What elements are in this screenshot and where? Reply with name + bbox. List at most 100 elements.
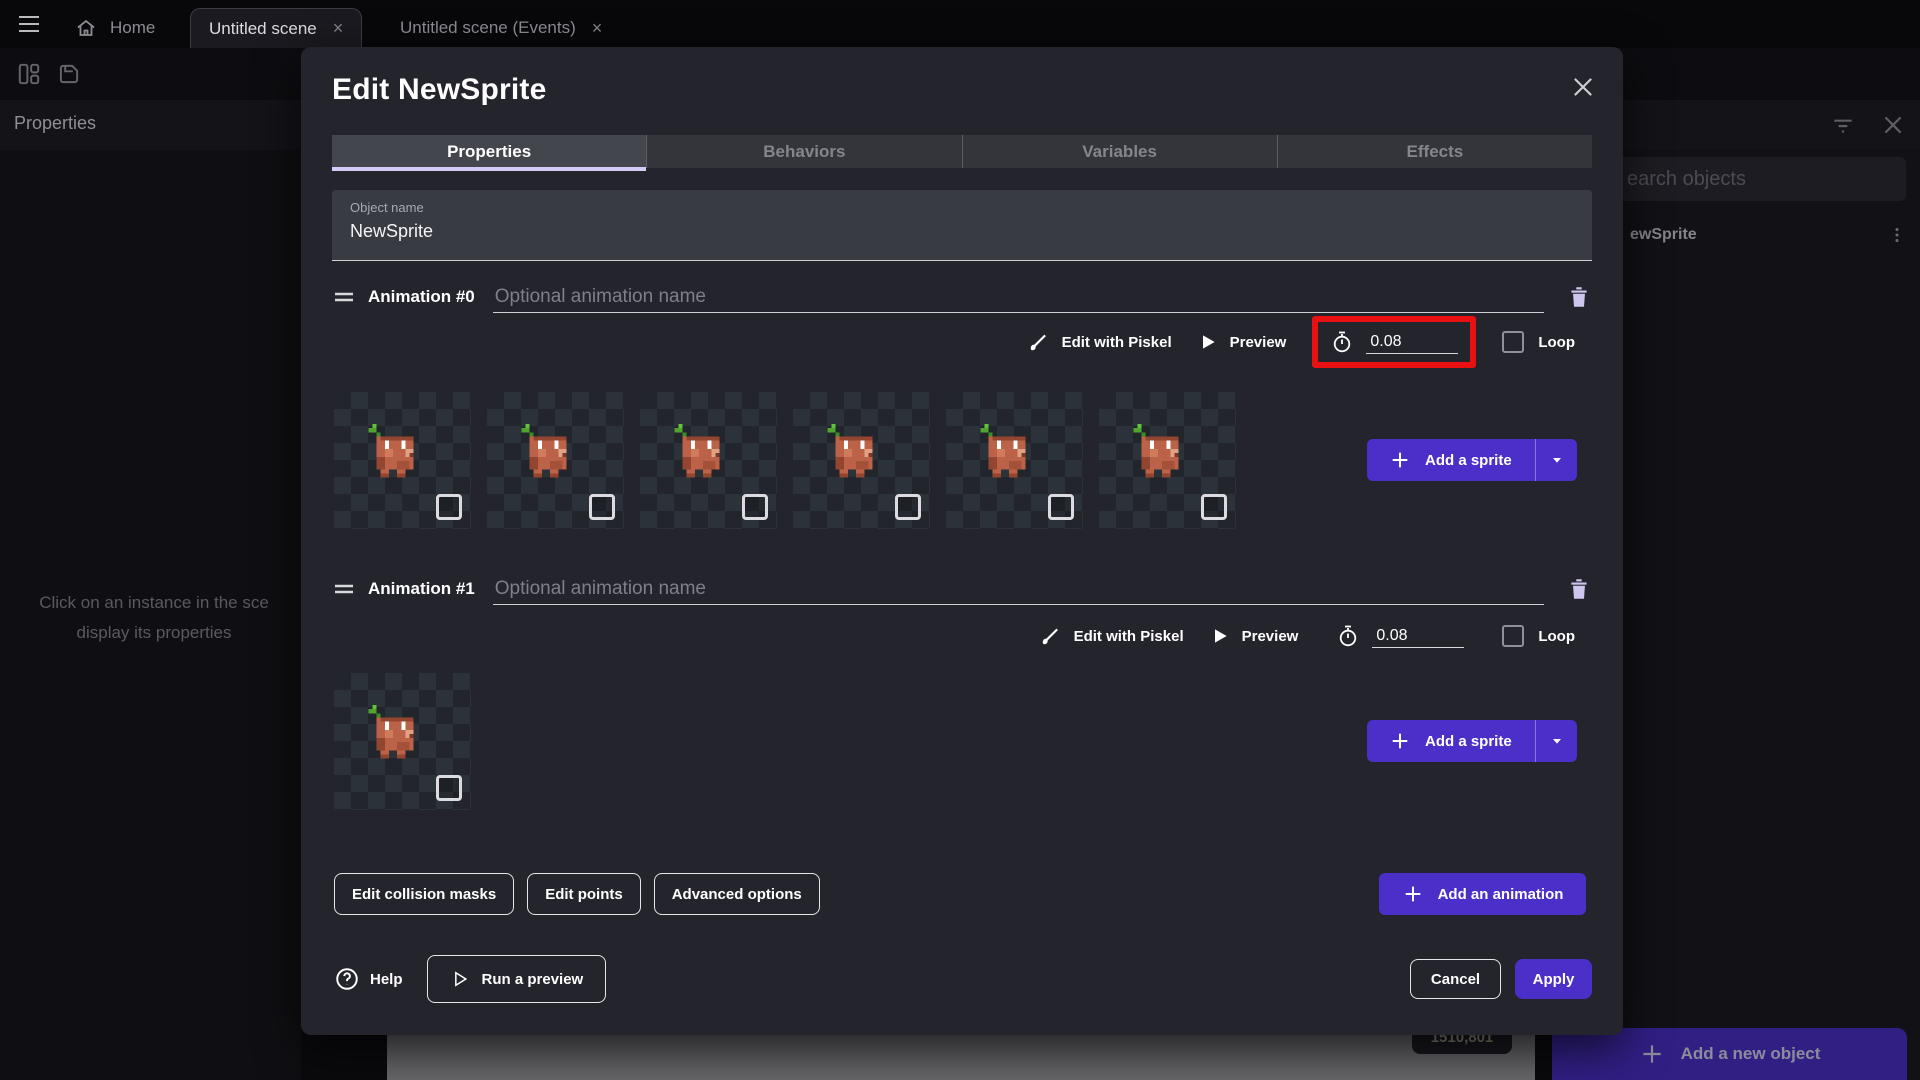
pig-sprite-image	[368, 705, 414, 759]
delete-animation-icon[interactable]	[1566, 576, 1592, 602]
frame-select-checkbox[interactable]	[1048, 494, 1074, 520]
brush-icon	[1042, 628, 1058, 645]
dialog-title: Edit NewSprite	[332, 73, 547, 106]
animation-1-header: Animation #1	[332, 573, 1592, 605]
pig-sprite-image	[1133, 424, 1179, 478]
add-sprite-button[interactable]: Add a sprite	[1367, 720, 1577, 762]
cancel-button[interactable]: Cancel	[1410, 959, 1501, 999]
play-icon	[1202, 335, 1215, 349]
preview-label: Preview	[1241, 627, 1299, 645]
search-objects-input[interactable]: earch objects	[1576, 157, 1906, 201]
run-preview-button[interactable]: Run a preview	[426, 955, 607, 1003]
tab-home-label: Home	[110, 18, 156, 37]
edit-with-piskel-label: Edit with Piskel	[1073, 627, 1184, 645]
add-sprite-main[interactable]: Add a sprite	[1367, 449, 1535, 471]
animation-0-name-input[interactable]	[492, 281, 1544, 313]
sprite-frame-thumbnail[interactable]	[793, 392, 930, 529]
pig-sprite-image	[827, 424, 873, 478]
object-item-menu-icon[interactable]	[1886, 224, 1908, 246]
edit-with-piskel-button[interactable]: Edit with Piskel	[1040, 625, 1184, 647]
play-icon	[1214, 629, 1227, 643]
dialog-footer: Help Run a preview Cancel Apply	[334, 955, 1592, 1003]
frame-select-checkbox[interactable]	[589, 494, 615, 520]
sprite-frame-thumbnail[interactable]	[334, 392, 471, 529]
tab-untitled-scene[interactable]: Untitled scene ×	[190, 8, 363, 48]
sprite-frame-thumbnail[interactable]	[1099, 392, 1236, 529]
loop-label: Loop	[1538, 333, 1575, 351]
preview-button[interactable]: Preview	[1210, 626, 1299, 646]
frame-select-checkbox[interactable]	[742, 494, 768, 520]
hamburger-menu-icon[interactable]	[14, 12, 44, 36]
frame-select-checkbox[interactable]	[1201, 494, 1227, 520]
preview-button[interactable]: Preview	[1198, 332, 1286, 352]
pig-sprite-image	[368, 424, 414, 478]
tab-close-icon[interactable]: ×	[333, 18, 344, 39]
animation-1-name-input[interactable]	[492, 573, 1544, 605]
object-name-input[interactable]	[350, 221, 1574, 242]
filter-icon[interactable]	[1830, 112, 1856, 138]
animation-0-frames	[334, 392, 1236, 529]
animation-0-controls: Edit with Piskel Preview Loop	[1028, 313, 1575, 371]
delete-animation-icon[interactable]	[1566, 284, 1592, 310]
panels-layout-icon[interactable]	[16, 61, 42, 87]
plus-icon	[1392, 452, 1408, 468]
stopwatch-icon	[1334, 331, 1351, 353]
edit-points-button[interactable]: Edit points	[527, 873, 641, 915]
loop-toggle[interactable]: Loop	[1502, 331, 1575, 353]
animation-0-header: Animation #0	[332, 281, 1592, 313]
object-name-label: Object name	[350, 200, 424, 215]
add-sprite-label: Add a sprite	[1425, 732, 1512, 750]
frame-select-checkbox[interactable]	[436, 775, 462, 801]
dialog-tab-bar: Properties Behaviors Variables Effects	[332, 135, 1592, 171]
properties-panel-title: Properties	[14, 113, 97, 133]
time-between-frames-input[interactable]	[1366, 330, 1459, 354]
edit-collision-masks-button[interactable]: Edit collision masks	[334, 873, 515, 915]
apply-button[interactable]: Apply	[1515, 959, 1592, 999]
add-sprite-dropdown[interactable]	[1535, 439, 1577, 481]
add-new-object-button[interactable]: Add a new object	[1552, 1028, 1907, 1080]
save-icon[interactable]	[56, 61, 82, 87]
loop-toggle[interactable]: Loop	[1502, 625, 1575, 647]
help-label: Help	[370, 970, 403, 988]
sprite-frame-thumbnail[interactable]	[487, 392, 624, 529]
help-button[interactable]: Help	[334, 966, 403, 992]
frame-select-checkbox[interactable]	[436, 494, 462, 520]
animation-0-title: Animation #0	[368, 287, 475, 306]
edit-with-piskel-button[interactable]: Edit with Piskel	[1028, 331, 1172, 353]
dialog-tab-variables[interactable]: Variables	[961, 135, 1277, 168]
sprite-frame-thumbnail[interactable]	[640, 392, 777, 529]
loop-checkbox[interactable]	[1502, 331, 1525, 353]
edit-with-piskel-label: Edit with Piskel	[1061, 333, 1172, 351]
add-sprite-main[interactable]: Add a sprite	[1367, 730, 1535, 752]
loop-checkbox[interactable]	[1502, 625, 1525, 647]
time-between-frames-input[interactable]	[1372, 624, 1465, 648]
dialog-close-icon[interactable]	[1569, 73, 1597, 101]
pig-sprite-image	[980, 424, 1026, 478]
tab-home[interactable]: Home	[56, 8, 173, 48]
chevron-down-icon	[1552, 739, 1561, 744]
plus-icon	[1405, 886, 1420, 902]
object-item-label: ewSprite	[1630, 226, 1697, 243]
add-animation-button[interactable]: Add an animation	[1379, 873, 1586, 915]
tab-close-icon[interactable]: ×	[592, 18, 603, 39]
frame-select-checkbox[interactable]	[895, 494, 921, 520]
top-tab-bar: Home Untitled scene × Untitled scene (Ev…	[0, 0, 1920, 48]
play-outline-icon	[454, 971, 467, 987]
sprite-frame-thumbnail[interactable]	[334, 673, 471, 810]
dialog-tab-effects[interactable]: Effects	[1276, 135, 1592, 168]
loop-label: Loop	[1538, 627, 1575, 645]
drag-handle-icon[interactable]	[332, 577, 356, 601]
close-panel-icon[interactable]	[1880, 112, 1906, 138]
pig-sprite-image	[674, 424, 720, 478]
advanced-options-button[interactable]: Advanced options	[653, 873, 820, 915]
add-sprite-dropdown[interactable]	[1535, 720, 1577, 762]
tab-untitled-scene-events[interactable]: Untitled scene (Events) ×	[382, 8, 620, 48]
add-sprite-button[interactable]: Add a sprite	[1367, 439, 1577, 481]
add-new-object-label: Add a new object	[1680, 1044, 1821, 1063]
tab-events-label: Untitled scene (Events)	[400, 18, 576, 37]
dialog-tab-behaviors[interactable]: Behaviors	[646, 135, 962, 168]
time-between-frames-field	[1324, 616, 1476, 656]
sprite-frame-thumbnail[interactable]	[946, 392, 1083, 529]
dialog-tab-properties[interactable]: Properties	[332, 135, 647, 171]
drag-handle-icon[interactable]	[332, 285, 356, 309]
